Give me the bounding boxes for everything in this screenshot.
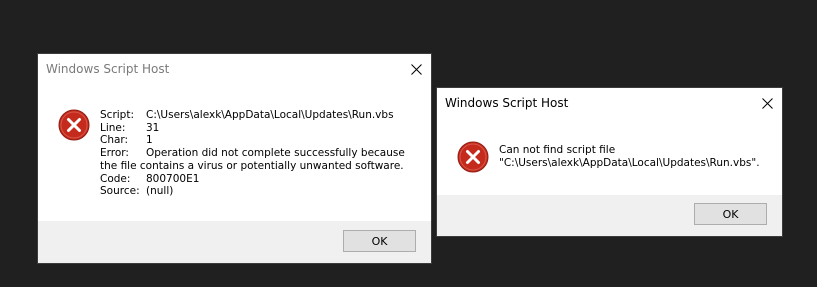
error-label: Error:: [100, 147, 129, 160]
ok-button[interactable]: OK: [343, 230, 416, 252]
source-field: Source: (null): [100, 185, 405, 198]
dialog-title: Windows Script Host: [445, 96, 569, 110]
error-value-continuation: the file contains a virus or potentially…: [100, 159, 404, 172]
code-field: Code: 800700E1: [100, 173, 405, 186]
script-label: Script:: [100, 109, 134, 121]
close-icon: [762, 98, 773, 109]
line-label: Line:: [100, 121, 126, 134]
source-label: Source:: [100, 185, 140, 198]
close-icon: [411, 64, 422, 75]
line-field: Line: 31: [100, 122, 405, 135]
error-icon: [58, 109, 90, 141]
dialog-titlebar[interactable]: Windows Script Host: [38, 54, 431, 85]
code-value: 800700E1: [146, 172, 200, 185]
char-label: Char:: [100, 134, 129, 147]
file-not-found-dialog: Windows Script Host Can not find script …: [436, 87, 783, 237]
script-error-dialog: Windows Script Host Script: C:\Users\ale…: [37, 53, 432, 264]
source-value: (null): [146, 185, 174, 198]
error-value: Operation did not complete successfully …: [146, 147, 405, 160]
dialog-footer: OK: [38, 221, 431, 263]
error-icon: [457, 141, 489, 173]
char-value: 1: [146, 134, 153, 147]
close-button[interactable]: [401, 54, 431, 84]
ok-button[interactable]: OK: [694, 203, 767, 225]
code-label: Code:: [100, 172, 131, 185]
dialog-footer: OK: [437, 195, 782, 236]
message-line-2: "C:\Users\alexk\AppData\Local\Updates\Ru…: [499, 156, 760, 169]
dialog-title: Windows Script Host: [46, 62, 170, 76]
error-field: Error: Operation did not complete succes…: [100, 147, 405, 160]
line-value: 31: [146, 121, 160, 134]
error-details: Script: C:\Users\alexk\AppData\Local\Upd…: [100, 109, 405, 198]
message-line-1: Can not find script file: [499, 144, 616, 156]
char-field: Char: 1: [100, 134, 405, 147]
dialog-titlebar[interactable]: Windows Script Host: [437, 88, 782, 119]
script-value: C:\Users\alexk\AppData\Local\Updates\Run…: [146, 109, 394, 121]
script-field: Script: C:\Users\alexk\AppData\Local\Upd…: [100, 109, 405, 122]
error-message: Can not find script file "C:\Users\alexk…: [499, 144, 760, 169]
close-button[interactable]: [752, 88, 782, 118]
